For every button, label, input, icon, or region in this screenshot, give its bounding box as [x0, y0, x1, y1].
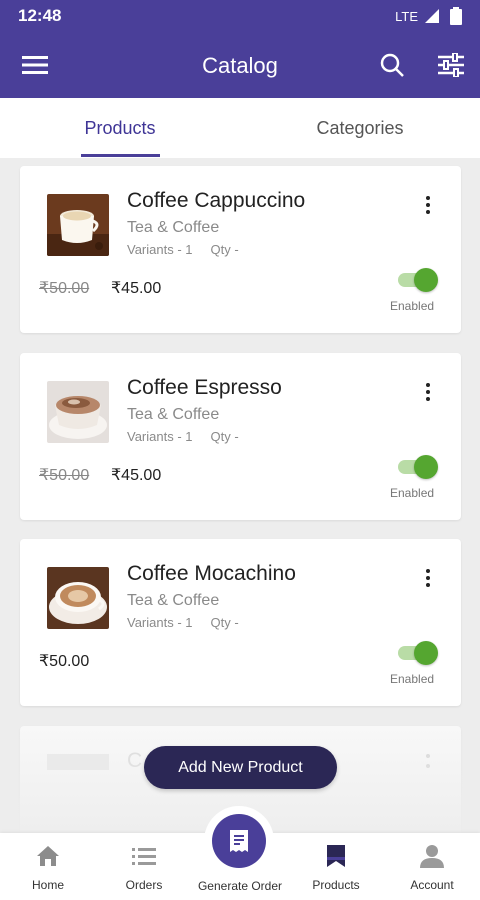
- tab-products[interactable]: Products: [0, 98, 240, 158]
- add-new-product-button[interactable]: Add New Product: [144, 746, 337, 789]
- sale-price: ₹50.00: [39, 653, 90, 670]
- product-meta: Variants - 1 Qty -: [127, 242, 239, 257]
- list-icon: [132, 848, 156, 865]
- product-name: Coffee Cappuccino: [127, 189, 306, 212]
- nav-label: Account: [410, 878, 454, 892]
- app-bar: 12:48 LTE Catalog: [0, 0, 480, 98]
- more-vert-icon: [426, 569, 430, 573]
- product-name: Coffee Mocachino: [127, 562, 296, 585]
- nav-label: Home: [31, 878, 64, 892]
- battery-icon: [450, 7, 462, 25]
- variants-count: Variants - 1: [127, 429, 193, 444]
- enabled-toggle[interactable]: [398, 268, 438, 292]
- product-category: Tea & Coffee: [127, 219, 220, 236]
- more-options-button[interactable]: [418, 565, 438, 591]
- quantity-label: Qty -: [210, 615, 239, 630]
- sale-price: ₹45.00: [111, 467, 162, 484]
- product-meta: Variants - 1 Qty -: [127, 429, 239, 444]
- tab-bar: Products Categories: [0, 98, 480, 158]
- product-name: Coffee Espresso: [127, 376, 282, 399]
- quantity-label: Qty -: [210, 242, 239, 257]
- bookmark-icon: [327, 845, 345, 867]
- product-card[interactable]: Coffee Mocachino Tea & Coffee Variants -…: [20, 539, 461, 706]
- quantity-label: Qty -: [210, 429, 239, 444]
- enabled-toggle[interactable]: [398, 641, 438, 665]
- nav-label: Products: [312, 878, 360, 892]
- more-vert-icon: [426, 196, 430, 200]
- status-label: Enabled: [390, 486, 435, 500]
- sliders-icon: [438, 53, 464, 77]
- nav-label: Orders: [125, 878, 163, 892]
- product-image: [47, 194, 109, 256]
- more-vert-icon: [426, 383, 430, 387]
- original-price: ₹50.00: [39, 280, 90, 297]
- sale-price: ₹45.00: [111, 280, 162, 297]
- tab-categories[interactable]: Categories: [240, 98, 480, 158]
- product-card[interactable]: Coffee Espresso Tea & Coffee Variants - …: [20, 353, 461, 520]
- nav-label: Generate Order: [197, 879, 283, 893]
- product-category: Tea & Coffee: [127, 406, 220, 423]
- generate-order-button[interactable]: [204, 806, 274, 876]
- nav-account[interactable]: Account: [384, 833, 480, 900]
- search-icon: [380, 53, 404, 77]
- network-label: LTE: [395, 9, 418, 24]
- home-icon: [37, 846, 59, 866]
- signal-icon: [425, 9, 439, 23]
- status-bar: 12:48 LTE: [0, 0, 480, 32]
- variants-count: Variants - 1: [127, 242, 193, 257]
- tab-indicator: [81, 154, 160, 157]
- status-label: Enabled: [390, 299, 435, 313]
- product-card[interactable]: Coffee Cappuccino Tea & Coffee Variants …: [20, 166, 461, 333]
- product-image: [47, 567, 109, 629]
- product-image: [47, 381, 109, 443]
- original-price: ₹50.00: [39, 467, 90, 484]
- product-meta: Variants - 1 Qty -: [127, 615, 239, 630]
- more-options-button[interactable]: [418, 192, 438, 218]
- nav-products[interactable]: Products: [288, 833, 384, 900]
- search-button[interactable]: [375, 48, 409, 82]
- enabled-toggle[interactable]: [398, 455, 438, 479]
- nav-home[interactable]: Home: [0, 833, 96, 900]
- more-options-button[interactable]: [418, 379, 438, 405]
- person-icon: [420, 845, 444, 868]
- product-category: Tea & Coffee: [127, 592, 220, 609]
- status-label: Enabled: [390, 672, 435, 686]
- filter-button[interactable]: [434, 48, 468, 82]
- nav-orders[interactable]: Orders: [96, 833, 192, 900]
- variants-count: Variants - 1: [127, 615, 193, 630]
- status-time: 12:48: [18, 6, 62, 25]
- receipt-icon: [230, 830, 248, 852]
